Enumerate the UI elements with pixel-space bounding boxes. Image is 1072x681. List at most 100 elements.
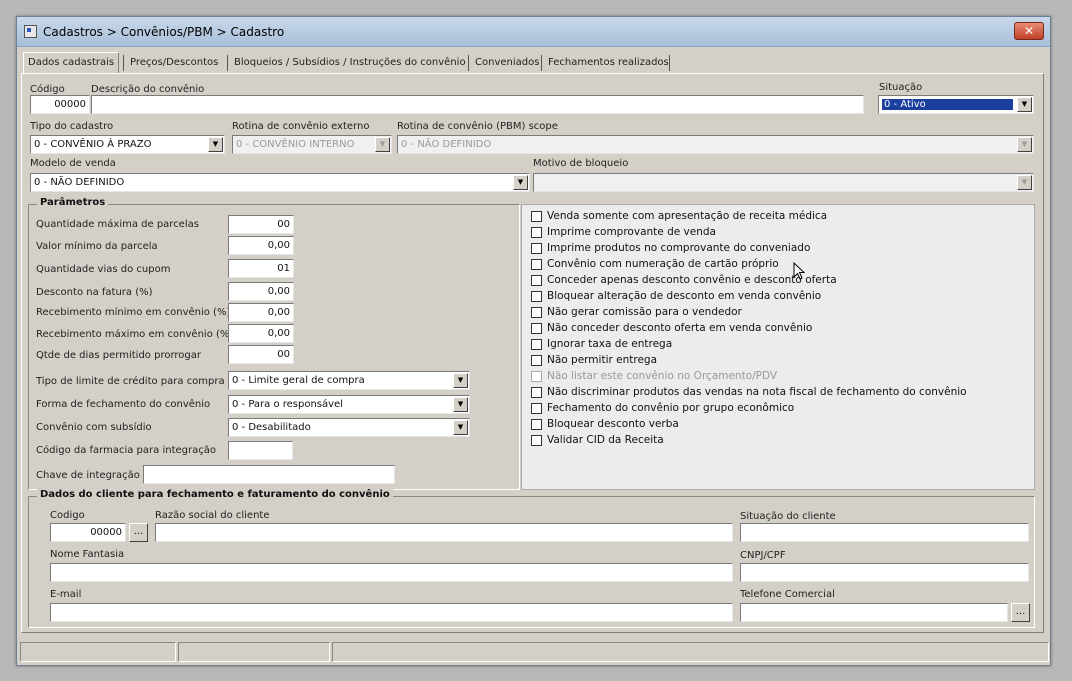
checkbox[interactable]	[531, 387, 542, 398]
tab-conveniados[interactable]: Conveniados	[471, 53, 543, 73]
situacao-label: Situação	[879, 82, 923, 93]
checkbox[interactable]	[531, 403, 542, 414]
tab-bloqueios[interactable]: Bloqueios / Subsídios / Instruções do co…	[230, 53, 470, 73]
email-label: E-mail	[50, 589, 82, 600]
cliente-title: Dados do cliente para fechamento e fatur…	[37, 489, 393, 500]
param-field[interactable]: 0,00	[228, 282, 294, 301]
checkbox[interactable]	[531, 339, 542, 350]
tab-precos-descontos[interactable]: Preços/Descontos	[126, 53, 222, 73]
tab-dados-cadastrais[interactable]: Dados cadastrais	[23, 52, 120, 74]
param-field[interactable]: 01	[228, 259, 294, 278]
descricao-field[interactable]	[91, 95, 864, 114]
title-bar: Cadastros > Convênios/PBM > Cadastro ✕	[17, 17, 1050, 47]
checkbox[interactable]	[531, 243, 542, 254]
checkbox[interactable]	[531, 275, 542, 286]
param-label: Recebimento mínimo em convênio (%)	[36, 307, 231, 318]
situacao-value: 0 - Ativo	[882, 99, 1013, 110]
limite-credito-select[interactable]: 0 - Limite geral de compra ▼	[228, 371, 470, 390]
chevron-down-icon[interactable]: ▼	[453, 420, 468, 435]
tab-fechamentos[interactable]: Fechamentos realizados	[544, 53, 673, 73]
modelo-venda-value: 0 - NÃO DEFINIDO	[34, 177, 125, 188]
razao-social-field[interactable]	[155, 523, 733, 542]
opcoes-panel: Venda somente com apresentação de receit…	[521, 204, 1035, 490]
checkbox[interactable]	[531, 307, 542, 318]
param-field[interactable]: 0,00	[228, 236, 294, 255]
modelo-venda-label: Modelo de venda	[30, 158, 116, 169]
motivo-bloqueio-select[interactable]: ▼	[533, 173, 1034, 192]
razao-social-label: Razão social do cliente	[155, 510, 270, 521]
close-icon: ✕	[1023, 24, 1035, 38]
status-panel	[332, 642, 1049, 662]
param-field[interactable]: 0,00	[228, 324, 294, 343]
checkbox	[531, 371, 542, 382]
window-title: Cadastros > Convênios/PBM > Cadastro	[43, 25, 285, 39]
forma-fechamento-select[interactable]: 0 - Para o responsável ▼	[228, 395, 470, 414]
subsidio-select[interactable]: 0 - Desabilitado ▼	[228, 418, 470, 437]
chevron-down-icon[interactable]: ▼	[513, 175, 528, 190]
checkbox[interactable]	[531, 435, 542, 446]
codigo-field[interactable]: 00000	[30, 95, 90, 114]
limite-credito-value: 0 - Limite geral de compra	[232, 375, 365, 386]
param-label: Quantidade vias do cupom	[36, 264, 171, 275]
param-label: Qtde de dias permitido prorrogar	[36, 350, 201, 361]
param-field[interactable]: 00	[228, 215, 294, 234]
tipo-cadastro-value: 0 - CONVÊNIO À PRAZO	[34, 139, 152, 150]
param-label: Quantidade máxima de parcelas	[36, 219, 199, 230]
subsidio-label: Convênio com subsídio	[36, 422, 152, 433]
nome-fantasia-label: Nome Fantasia	[50, 549, 125, 560]
chevron-down-icon[interactable]: ▼	[208, 137, 223, 152]
cliente-codigo-field[interactable]: 00000	[50, 523, 126, 542]
nome-fantasia-field[interactable]	[50, 563, 733, 582]
cnpj-field[interactable]	[740, 563, 1029, 582]
rotina-pbm-value: 0 - NÃO DEFINIDO	[401, 139, 492, 150]
param-label: Recebimento máximo em convênio (%)	[36, 329, 234, 340]
param-label: Valor mínimo da parcela	[36, 241, 158, 252]
checkbox[interactable]	[531, 323, 542, 334]
param-field[interactable]: 0,00	[228, 303, 294, 322]
checkbox[interactable]	[531, 291, 542, 302]
rotina-externo-select: 0 - CONVÊNIO INTERNO ▼	[232, 135, 392, 154]
subsidio-value: 0 - Desabilitado	[232, 422, 311, 433]
modelo-venda-select[interactable]: 0 - NÃO DEFINIDO ▼	[30, 173, 530, 192]
chevron-down-icon[interactable]: ▼	[453, 397, 468, 412]
checkbox[interactable]	[531, 355, 542, 366]
telefone-field[interactable]	[740, 603, 1008, 622]
search-cliente-button[interactable]: ...	[129, 523, 148, 542]
chevron-down-icon[interactable]: ▼	[1017, 97, 1032, 112]
mouse-pointer-icon	[793, 262, 806, 280]
codigo-farmacia-field[interactable]	[228, 441, 293, 460]
cliente-codigo-label: Codigo	[50, 510, 85, 521]
param-field[interactable]: 00	[228, 345, 294, 364]
rotina-pbm-label: Rotina de convênio (PBM) scope	[397, 121, 558, 132]
chevron-down-icon: ▼	[375, 137, 390, 152]
forma-fechamento-label: Forma de fechamento do convênio	[36, 399, 211, 410]
situacao-cliente-label: Situação do cliente	[740, 511, 836, 522]
checkbox[interactable]	[531, 419, 542, 430]
checkbox[interactable]	[531, 227, 542, 238]
telefone-lookup-button[interactable]: ...	[1011, 603, 1030, 622]
tab-separator	[123, 55, 124, 71]
limite-credito-label: Tipo de limite de crédito para compra	[36, 376, 225, 387]
situacao-select[interactable]: 0 - Ativo ▼	[878, 95, 1034, 114]
telefone-label: Telefone Comercial	[740, 589, 835, 600]
checkbox[interactable]	[531, 211, 542, 222]
status-panel	[20, 642, 176, 662]
chave-integracao-field[interactable]	[143, 465, 395, 484]
chevron-down-icon[interactable]: ▼	[1017, 175, 1032, 190]
chevron-down-icon[interactable]: ▼	[453, 373, 468, 388]
tipo-cadastro-label: Tipo do cadastro	[30, 121, 114, 132]
param-label: Desconto na fatura (%)	[36, 287, 153, 298]
tipo-cadastro-select[interactable]: 0 - CONVÊNIO À PRAZO ▼	[30, 135, 225, 154]
chevron-down-icon: ▼	[1017, 137, 1032, 152]
codigo-label: Código	[30, 84, 65, 95]
rotina-pbm-select: 0 - NÃO DEFINIDO ▼	[397, 135, 1034, 154]
cnpj-label: CNPJ/CPF	[740, 550, 786, 561]
tab-separator	[541, 55, 542, 71]
checkbox[interactable]	[531, 259, 542, 270]
close-button[interactable]: ✕	[1014, 22, 1044, 40]
email-field[interactable]	[50, 603, 733, 622]
tab-separator	[468, 55, 469, 71]
rotina-externo-label: Rotina de convênio externo	[232, 121, 370, 132]
situacao-cliente-field[interactable]	[740, 523, 1029, 542]
descricao-label: Descrição do convênio	[91, 84, 205, 95]
